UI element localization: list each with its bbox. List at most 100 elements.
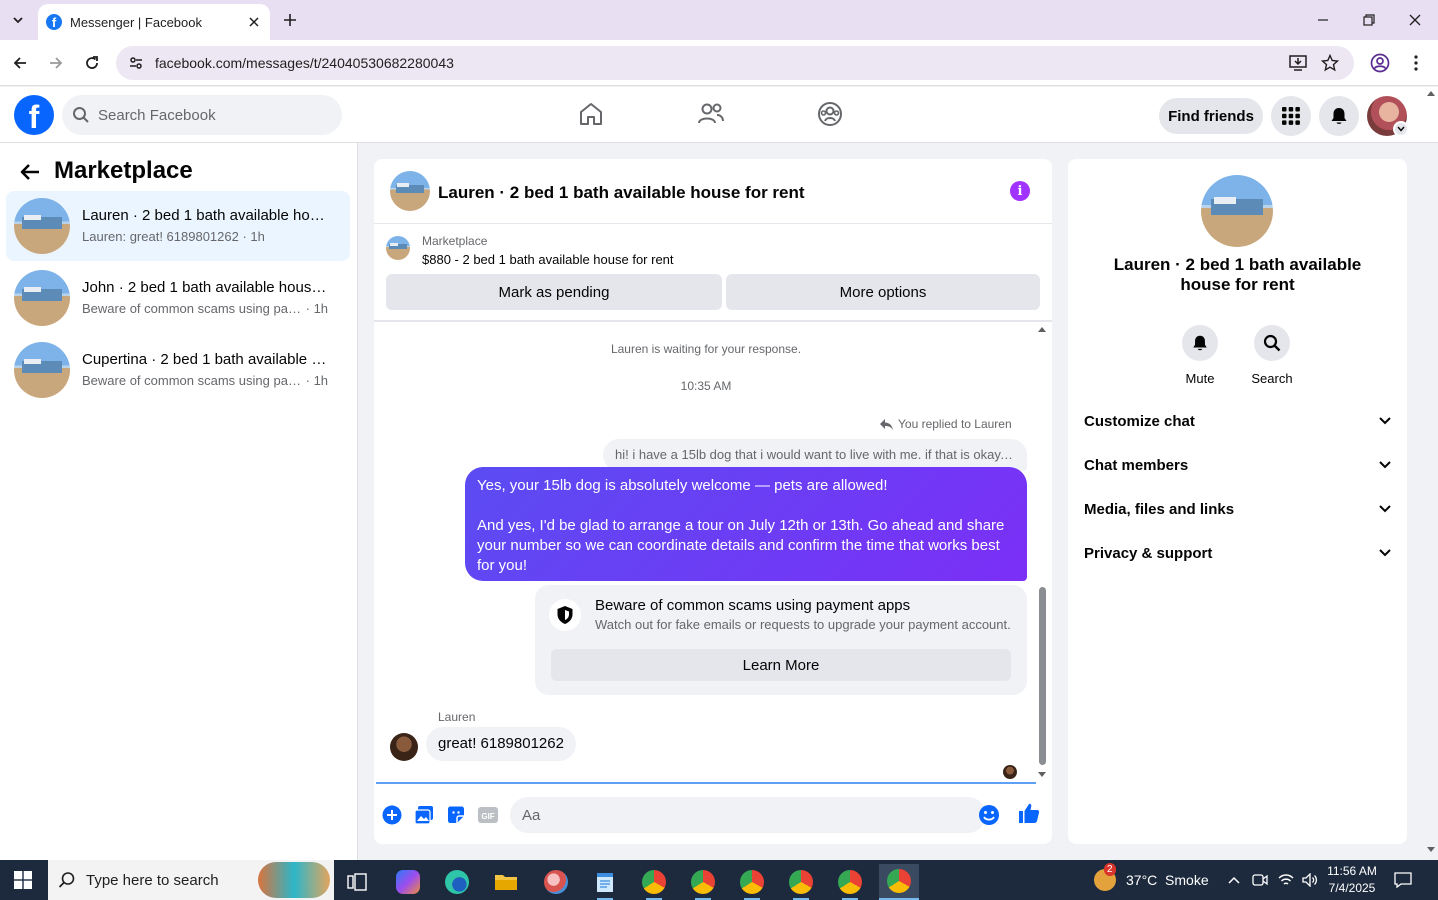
restore-window-icon[interactable] [1346, 0, 1392, 40]
action-center-notifications-icon[interactable] [1394, 860, 1416, 900]
minimize-window-icon[interactable] [1300, 0, 1346, 40]
message-input[interactable] [522, 797, 942, 833]
chrome-active-window-icon[interactable] [879, 864, 919, 900]
chat-title[interactable]: Lauren · 2 bed 1 bath available house fo… [438, 183, 805, 203]
taskbar-clock[interactable]: 11:56 AM 7/4/2025 [1322, 863, 1382, 897]
mute-label: Mute [1185, 371, 1215, 386]
browser-tab-strip: f Messenger | Facebook [0, 0, 1438, 40]
weather-widget[interactable]: 2 37°C Smoke [1094, 860, 1209, 900]
account-chevron-down-icon[interactable] [1393, 121, 1409, 137]
chrome-profile-4-icon[interactable] [781, 864, 821, 900]
task-view-icon[interactable] [337, 864, 377, 900]
search-in-conversation-button[interactable]: Search [1242, 325, 1302, 386]
scroll-down-arrow-icon[interactable] [1037, 770, 1047, 778]
weather-icon: 2 [1094, 863, 1116, 891]
taskbar-search-placeholder: Type here to search [86, 872, 219, 889]
url-text: facebook.com/messages/t/2404053068228004… [155, 55, 454, 71]
groups-icon[interactable] [815, 99, 845, 129]
listing-title[interactable]: $880 - 2 bed 1 bath available house for … [422, 252, 674, 267]
more-options-button[interactable]: More options [726, 274, 1040, 310]
photo-gallery-icon[interactable] [413, 804, 435, 826]
seen-receipt-avatar [1003, 765, 1017, 779]
sticker-icon[interactable] [445, 804, 467, 826]
browser-tab-messenger[interactable]: f Messenger | Facebook [38, 4, 270, 40]
reload-icon[interactable] [78, 49, 106, 77]
new-tab-plus-icon[interactable] [278, 8, 302, 32]
scam-warning-title: Beware of common scams using payment app… [595, 597, 911, 614]
back-icon[interactable] [6, 49, 34, 77]
info-panel-title: Lauren · 2 bed 1 bath available house fo… [1113, 255, 1362, 294]
conversation-name: Cupertina · 2 bed 1 bath available house… [82, 351, 332, 368]
listing-source: Marketplace [422, 234, 488, 248]
chrome-profile-1-icon[interactable] [634, 864, 674, 900]
find-friends-button[interactable]: Find friends [1159, 98, 1263, 134]
site-info-tune-icon[interactable] [124, 51, 148, 75]
menu-grid-icon[interactable] [1271, 96, 1311, 136]
chrome-profile-2-icon[interactable] [683, 864, 723, 900]
home-icon[interactable] [576, 99, 606, 129]
chrome-profile-3-icon[interactable] [732, 864, 772, 900]
paint-app-icon[interactable] [536, 864, 576, 900]
bookmark-star-icon[interactable] [1318, 51, 1342, 75]
chat-header-thumbnail[interactable] [390, 171, 430, 211]
chat-members-section[interactable]: Chat members [1084, 451, 1391, 479]
tab-search-chevron-icon[interactable] [6, 8, 30, 32]
conversation-item-lauren[interactable]: Lauren · 2 bed 1 bath available house fo… [6, 191, 350, 261]
network-wifi-icon[interactable] [1278, 873, 1296, 887]
shield-icon [549, 599, 581, 631]
mark-as-pending-button[interactable]: Mark as pending [386, 274, 722, 310]
profile-icon[interactable] [1366, 49, 1394, 77]
gif-icon[interactable]: GIF [477, 804, 499, 826]
tab-close-icon[interactable] [244, 12, 264, 32]
taskbar-search[interactable]: Type here to search [48, 860, 334, 900]
conversation-item-cupertina[interactable]: Cupertina · 2 bed 1 bath available house… [6, 335, 350, 405]
system-tray [1228, 860, 1320, 900]
sidebar-title: Marketplace [54, 157, 193, 184]
chat-scrollbar[interactable] [1039, 587, 1046, 765]
scroll-up-arrow-icon[interactable] [1037, 325, 1047, 333]
windows-start-icon[interactable] [0, 860, 46, 900]
conversation-name: John · 2 bed 1 bath available house for … [82, 279, 332, 296]
sender-avatar[interactable] [390, 733, 418, 761]
their-message-bubble[interactable]: great! 6189801262 [426, 727, 576, 761]
media-files-links-section[interactable]: Media, files and links [1084, 495, 1391, 523]
chevron-down-icon [1379, 505, 1391, 513]
close-window-icon[interactable] [1392, 0, 1438, 40]
meet-now-icon[interactable] [1252, 873, 1270, 887]
friends-icon[interactable] [696, 99, 726, 129]
my-message-bubble[interactable]: Yes, your 15lb dog is absolutely welcome… [465, 467, 1027, 581]
install-app-icon[interactable] [1286, 51, 1310, 75]
notepad-icon[interactable] [585, 864, 625, 900]
weather-text: 37°C Smoke [1126, 872, 1209, 888]
customize-chat-section[interactable]: Customize chat [1084, 407, 1391, 435]
conversation-preview: Beware of common scams using payment app… [82, 301, 329, 316]
conversation-item-john[interactable]: John · 2 bed 1 bath available house for … [6, 263, 350, 333]
facebook-logo-icon[interactable]: f [14, 95, 54, 135]
chevron-down-icon [1379, 461, 1391, 469]
conversation-info-icon[interactable]: i [1010, 181, 1030, 201]
plus-circle-icon[interactable] [381, 804, 403, 826]
conversation-preview: Lauren: great! 6189801262 · 1h [82, 229, 265, 244]
message-composer[interactable] [510, 797, 999, 833]
facebook-search-input[interactable] [98, 95, 328, 135]
address-bar[interactable]: facebook.com/messages/t/2404053068228004… [116, 46, 1354, 80]
chrome-profile-5-icon[interactable] [830, 864, 870, 900]
notifications-bell-icon[interactable] [1319, 96, 1359, 136]
learn-more-button[interactable]: Learn More [551, 649, 1011, 681]
volume-speaker-icon[interactable] [1302, 873, 1320, 887]
file-explorer-icon[interactable] [486, 864, 526, 900]
privacy-support-section[interactable]: Privacy & support [1084, 539, 1391, 567]
copilot-icon[interactable] [388, 864, 428, 900]
show-hidden-icons-chevron-icon[interactable] [1228, 876, 1244, 884]
search-icon [58, 872, 75, 888]
back-arrow-icon[interactable] [14, 159, 46, 185]
page-scrollbar[interactable] [1424, 87, 1438, 860]
listing-photo[interactable] [1201, 175, 1273, 247]
thumbs-up-icon[interactable] [1018, 802, 1040, 824]
emoji-icon[interactable] [978, 804, 1000, 826]
mute-button[interactable]: Mute [1170, 325, 1230, 386]
facebook-search[interactable] [62, 95, 342, 135]
browser-menu-kebab-icon[interactable] [1402, 49, 1430, 77]
edge-browser-icon[interactable] [437, 864, 477, 900]
forward-icon[interactable] [42, 49, 70, 77]
